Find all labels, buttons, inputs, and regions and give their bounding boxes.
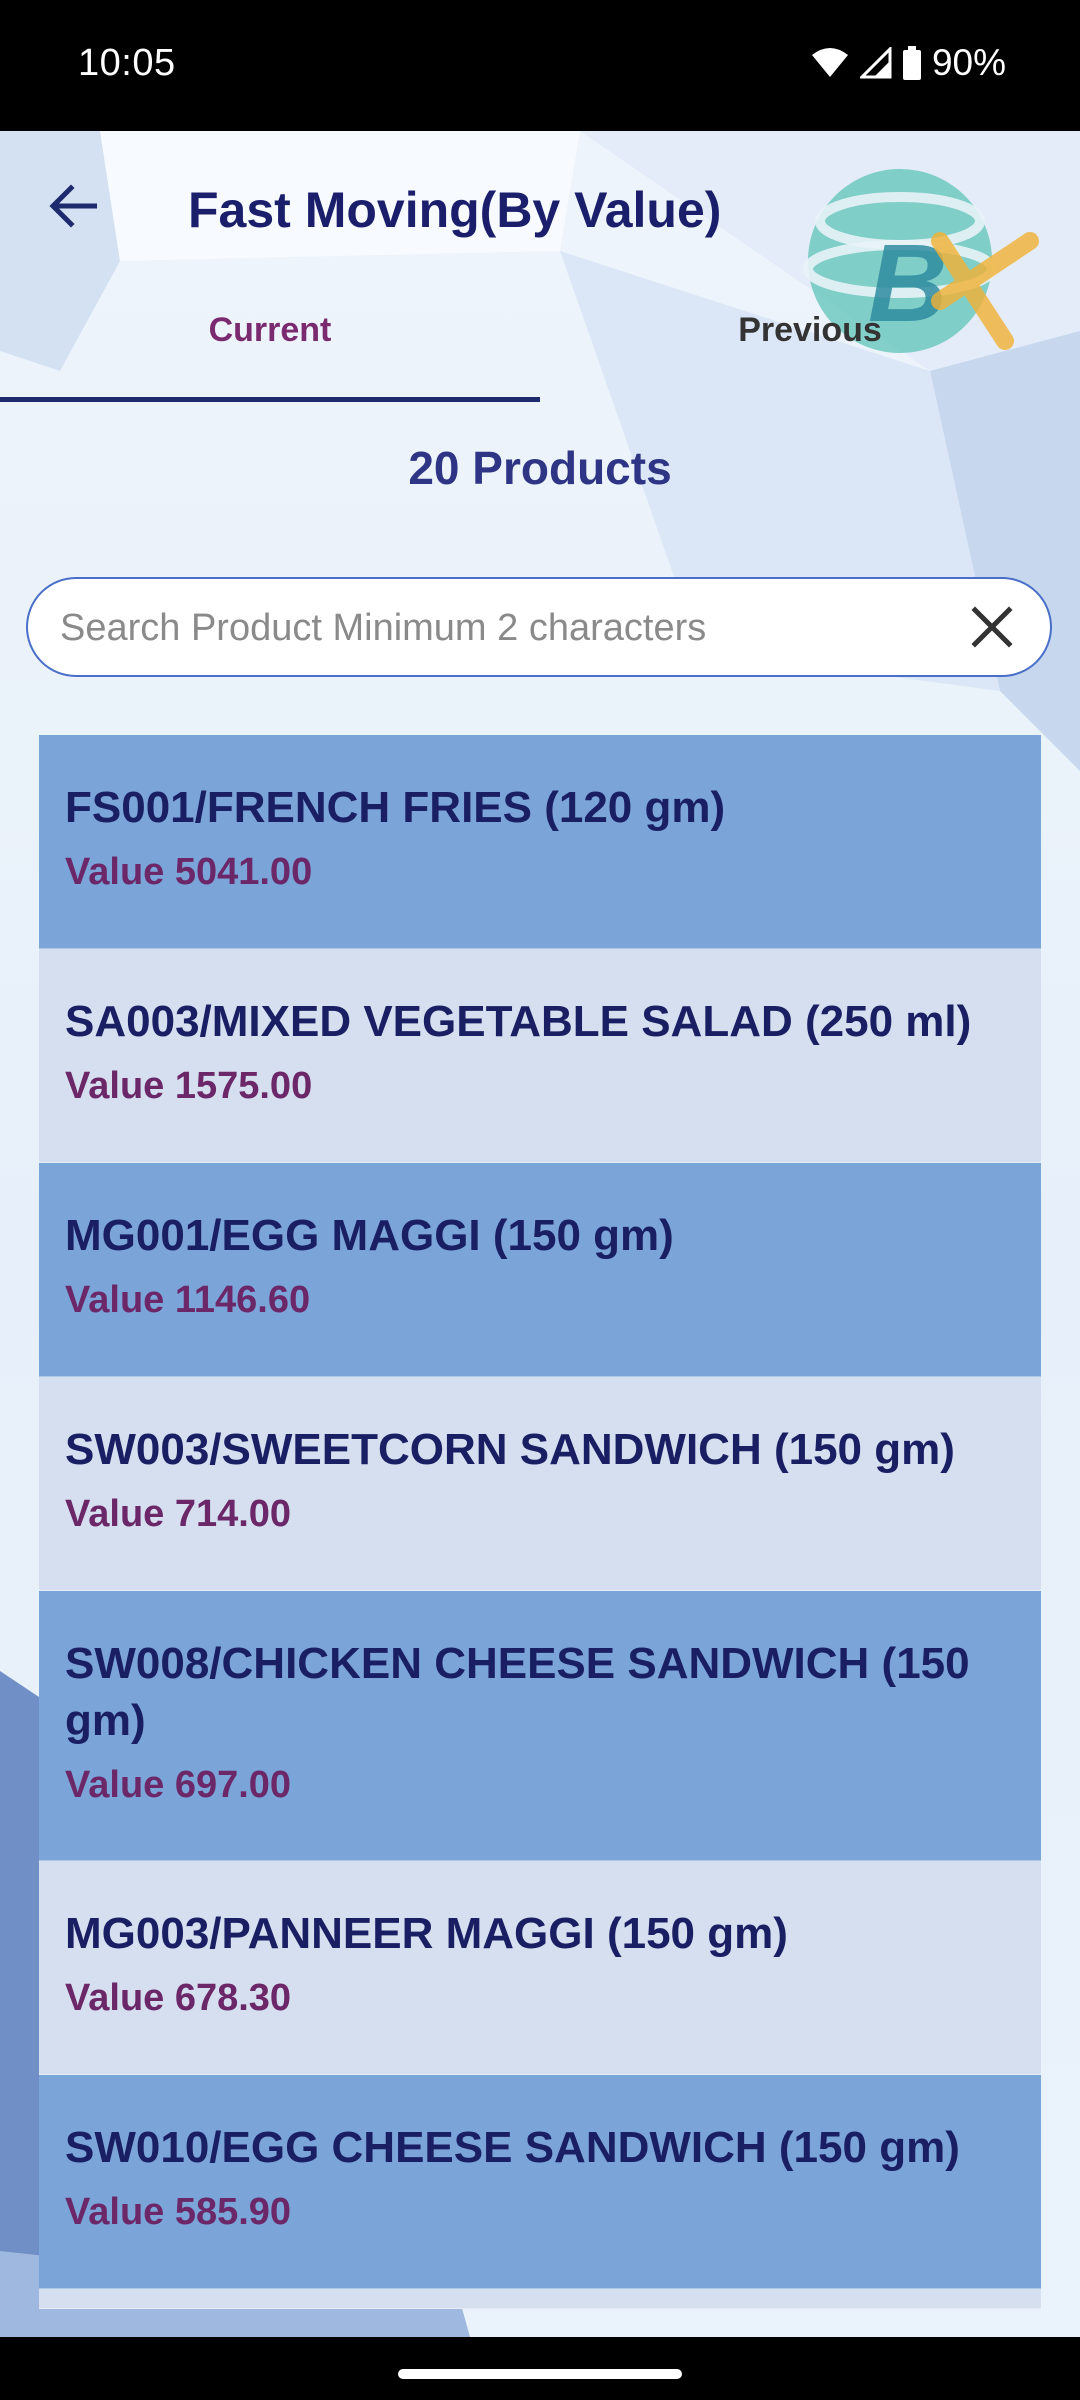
product-value: Value 714.00 [65, 1493, 292, 1535]
product-list: FS001/FRENCH FRIES (120 gm) Value 5041.0… [39, 735, 1041, 2309]
search-bar [26, 577, 1052, 677]
list-item[interactable]: SW008/CHICKEN CHEESE SANDWICH (150 gm) V… [39, 1591, 1041, 1861]
product-value: Value 5041.00 [65, 851, 313, 893]
status-time: 10:05 [78, 42, 176, 84]
product-value: Value 697.00 [65, 1764, 292, 1806]
back-button[interactable] [36, 171, 110, 245]
product-value: Value 1575.00 [65, 1065, 313, 1107]
page-title: Fast Moving(By Value) [188, 182, 722, 238]
list-item[interactable]: SW003/SWEETCORN SANDWICH (150 gm) Value … [39, 1377, 1041, 1591]
product-value: Value 678.30 [65, 1977, 292, 2019]
list-item[interactable]: MG001/EGG MAGGI (150 gm) Value 1146.60 [39, 1163, 1041, 1377]
close-icon [971, 605, 1013, 653]
navigation-bar [0, 2337, 1080, 2400]
wifi-icon [810, 47, 850, 79]
tab-indicator [0, 397, 540, 402]
product-name: SW008/CHICKEN CHEESE SANDWICH (150 gm) [65, 1639, 970, 1745]
product-value: Value 585.90 [65, 2191, 292, 2233]
list-item[interactable]: SA003/MIXED VEGETABLE SALAD (250 ml) Val… [39, 949, 1041, 1163]
list-item[interactable]: SW010/EGG CHEESE SANDWICH (150 gm) Value… [39, 2075, 1041, 2289]
status-icons: 90% [810, 42, 1006, 84]
product-count: 20 Products [408, 442, 672, 494]
product-name: SW010/EGG CHEESE SANDWICH (150 gm) [65, 2123, 960, 2172]
signal-icon [859, 47, 892, 79]
clear-search-button[interactable] [964, 601, 1020, 657]
list-item[interactable]: FS001/FRENCH FRIES (120 gm) Value 5041.0… [39, 735, 1041, 949]
status-bar: 10:05 90% [0, 0, 1080, 131]
tab-previous[interactable]: Previous [540, 301, 1080, 396]
product-name: MG003/PANNEER MAGGI (150 gm) [65, 1909, 788, 1958]
list-item-partial [39, 2289, 1041, 2309]
home-gesture-handle[interactable] [398, 2369, 682, 2379]
battery-icon [902, 46, 922, 80]
product-name: SW003/SWEETCORN SANDWICH (150 gm) [65, 1425, 955, 1474]
tab-current[interactable]: Current [0, 301, 540, 396]
arrow-left-icon [49, 183, 98, 233]
search-input[interactable] [58, 579, 942, 677]
app-screen: Fast Moving(By Value) B Current Previous… [0, 131, 1080, 2337]
list-item[interactable]: MG003/PANNEER MAGGI (150 gm) Value 678.3… [39, 1861, 1041, 2075]
product-name: FS001/FRENCH FRIES (120 gm) [65, 783, 726, 832]
battery-percentage: 90% [931, 42, 1006, 83]
tab-bar: Current Previous [0, 301, 1080, 396]
product-name: MG001/EGG MAGGI (150 gm) [65, 1211, 674, 1260]
product-name: SA003/MIXED VEGETABLE SALAD (250 ml) [65, 997, 972, 1046]
product-value: Value 1146.60 [65, 1279, 311, 1321]
